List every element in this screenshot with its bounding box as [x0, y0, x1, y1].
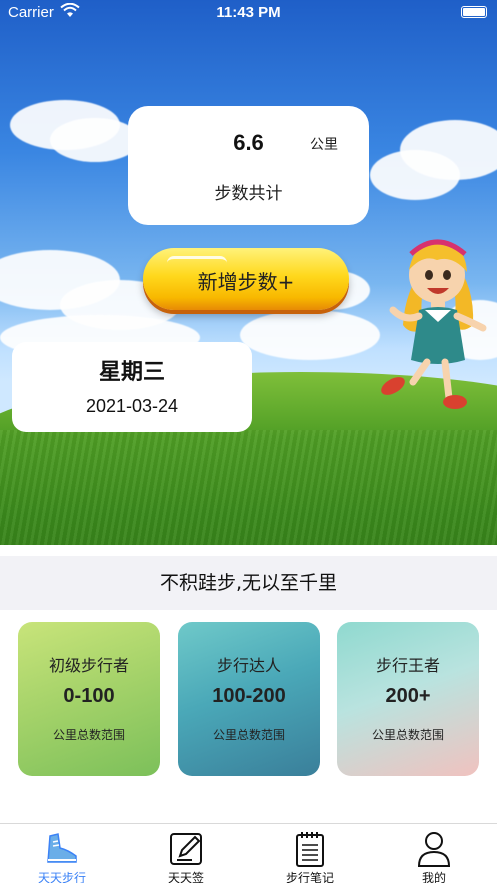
level-card-beginner[interactable]: 初级步行者 0-100 公里总数范围 — [18, 622, 160, 776]
tab-daily-walk[interactable]: 天天步行 — [22, 828, 102, 883]
tab-profile[interactable]: 我的 — [394, 828, 474, 883]
distance-unit: 公里 — [310, 137, 338, 153]
tab-label: 步行笔记 — [285, 871, 334, 883]
level-range: 200+ — [385, 685, 431, 707]
distance-summary-card: 6.6 公里 步数共计 — [128, 106, 369, 225]
girl-illustration — [381, 239, 487, 409]
distance-label: 步数共计 — [214, 184, 283, 204]
weekday-label: 星期三 — [98, 360, 165, 385]
edit-icon — [170, 833, 202, 865]
battery-icon — [461, 6, 487, 18]
level-range: 0-100 — [63, 685, 115, 707]
status-bar: Carrier 11:43 PM — [0, 0, 497, 26]
level-range: 100-200 — [212, 685, 286, 707]
person-icon — [417, 832, 451, 867]
level-card-king[interactable]: 步行王者 200+ 公里总数范围 — [337, 622, 479, 776]
level-note: 公里总数范围 — [371, 728, 444, 742]
date-card: 星期三 2021-03-24 — [12, 342, 252, 432]
level-card-expert[interactable]: 步行达人 100-200 公里总数范围 — [178, 622, 320, 776]
tab-label: 我的 — [421, 871, 446, 883]
sneaker-icon — [47, 833, 77, 863]
level-title: 步行王者 — [375, 656, 440, 675]
tab-daily-sign[interactable]: 天天签 — [146, 828, 226, 883]
motto-banner: 不积跬步,无以至千里 — [0, 556, 497, 610]
tab-label: 天天签 — [167, 871, 204, 883]
clock: 11:43 PM — [216, 4, 281, 21]
level-title: 步行达人 — [216, 656, 281, 675]
tab-label: 天天步行 — [37, 871, 86, 883]
level-title: 初级步行者 — [48, 656, 129, 675]
level-note: 公里总数范围 — [212, 728, 285, 742]
notebook-icon — [296, 832, 324, 867]
tab-walking-notes[interactable]: 步行笔记 — [270, 828, 350, 883]
tab-bar: 天天步行 天天签 步行笔记 我的 — [0, 823, 497, 883]
level-note: 公里总数范围 — [52, 728, 125, 742]
add-steps-button[interactable]: 新增步数+ — [143, 248, 349, 310]
date-label: 2021-03-24 — [85, 396, 179, 416]
add-steps-label: 新增步数+ — [197, 270, 295, 294]
